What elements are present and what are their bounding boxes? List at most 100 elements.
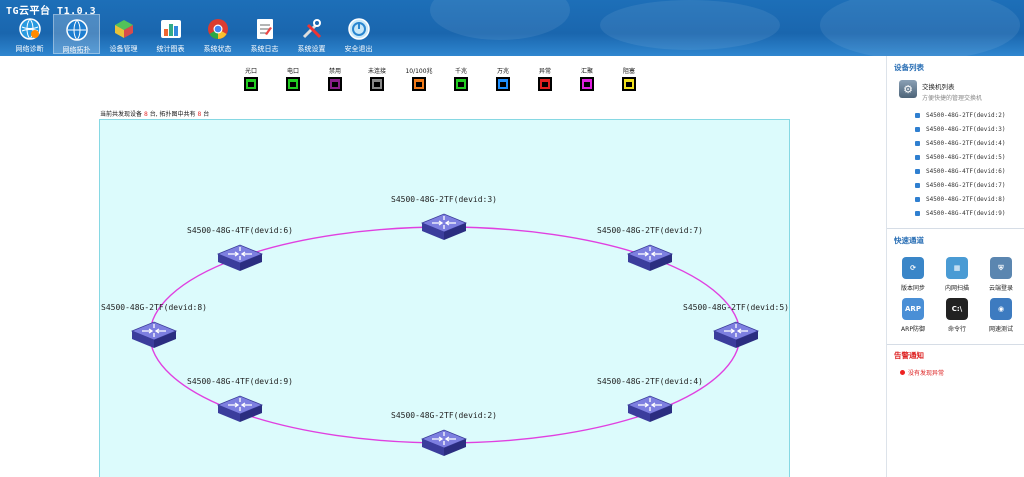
device-list-title: 设备列表 <box>894 63 924 72</box>
nav-item-3[interactable]: 统计图表 <box>147 14 194 54</box>
legend-label: 异常 <box>538 68 551 75</box>
switch-bullet-icon <box>915 126 920 132</box>
device-list-item[interactable]: S4500-48G-4TF(devid:6) <box>915 164 1005 178</box>
legend-item: 未连接 <box>356 66 398 91</box>
device-list-item[interactable]: S4500-48G-2TF(devid:7) <box>915 178 1005 192</box>
device-list-item[interactable]: S4500-48G-2TF(devid:2) <box>915 108 1005 122</box>
switch-list-title: 交换机列表 <box>922 83 955 91</box>
port-icon <box>496 77 510 91</box>
switch-list-subtitle: 方便快捷的管理交换机 <box>922 95 983 102</box>
summary-prefix: 当前共发现设备 <box>100 111 143 118</box>
quick-item[interactable]: ⛨ 云端登录 <box>979 257 1023 292</box>
quick-item[interactable]: ⟳ 版本同步 <box>891 257 935 292</box>
legend-item: 阻塞 <box>608 66 650 91</box>
legend-label: 千兆 <box>454 68 467 75</box>
cloud-decoration <box>600 0 780 50</box>
legend-item: 汇聚 <box>566 66 608 91</box>
nav-item-0[interactable]: 网络诊断 <box>6 14 53 54</box>
legend-label: 汇聚 <box>580 68 593 75</box>
speed-icon: ◉ <box>990 298 1012 320</box>
cloud-decoration <box>430 0 570 40</box>
legend-label: 电口 <box>286 68 299 75</box>
nav-item-7[interactable]: 安全退出 <box>335 14 382 54</box>
quick-access-title: 快速通道 <box>894 236 924 245</box>
legend-item: 光口 <box>230 66 272 91</box>
quick-item[interactable]: ARP ARP防御 <box>891 298 935 333</box>
device-list-label: S4500-48G-2TF(devid:2) <box>926 111 1006 119</box>
scan-icon: ▦ <box>946 257 968 279</box>
nav-label: 网络诊断 <box>15 45 44 53</box>
switch-node[interactable] <box>420 429 468 456</box>
switch-node[interactable] <box>130 321 178 348</box>
legend-item: 10/100兆 <box>398 66 440 91</box>
switch-bullet-icon <box>915 140 920 146</box>
nav-item-1[interactable]: 网络拓扑 <box>53 14 100 54</box>
quick-item[interactable]: C:\ 命令行 <box>935 298 979 333</box>
port-icon <box>286 77 300 91</box>
switch-node[interactable] <box>420 213 468 240</box>
nav-label: 安全退出 <box>344 45 373 53</box>
nav-label: 网络拓扑 <box>62 46 91 54</box>
device-list-item[interactable]: S4500-48G-2TF(devid:5) <box>915 150 1005 164</box>
alert-message: 没有发现异常 <box>900 368 944 377</box>
quick-item[interactable]: ◉ 网速测试 <box>979 298 1023 333</box>
switch-node[interactable] <box>626 244 674 271</box>
device-cube-icon <box>112 17 136 41</box>
port-icon <box>538 77 552 91</box>
port-icon <box>244 77 258 91</box>
switch-node-label: S4500-48G-2TF(devid:4) <box>597 377 703 386</box>
quick-label: 网速测试 <box>988 326 1013 333</box>
alert-text: 没有发现异常 <box>908 370 945 377</box>
quick-label: 命令行 <box>947 326 966 333</box>
device-list-item[interactable]: S4500-48G-2TF(devid:8) <box>915 192 1005 206</box>
port-icon <box>454 77 468 91</box>
top-header: TG云平台 T1.0.3 网络诊断 网络拓扑 设备管理 统计图表 系统状态 系统日志 系统设… <box>0 0 1024 56</box>
device-list-item[interactable]: S4500-48G-2TF(devid:4) <box>915 136 1005 150</box>
quick-item[interactable]: ▦ 内网扫描 <box>935 257 979 292</box>
legend-item: 异常 <box>524 66 566 91</box>
port-icon <box>412 77 426 91</box>
summary-mid: 台, 拓扑图中共有 <box>149 111 196 118</box>
nav-item-4[interactable]: 系统状态 <box>194 14 241 54</box>
nav-item-2[interactable]: 设备管理 <box>100 14 147 54</box>
legend-label: 未连接 <box>367 68 386 75</box>
sync-icon: ⟳ <box>902 257 924 279</box>
chrome-icon <box>206 17 230 41</box>
switch-node-label: S4500-48G-2TF(devid:7) <box>597 226 703 235</box>
switch-bullet-icon <box>915 182 920 188</box>
device-list-item[interactable]: S4500-48G-4TF(devid:9) <box>915 206 1005 220</box>
nav-item-6[interactable]: 系统设置 <box>288 14 335 54</box>
quick-label: 版本同步 <box>900 285 925 292</box>
found-count: 8 <box>143 111 148 118</box>
nav-label: 系统日志 <box>250 45 279 53</box>
device-list-label: S4500-48G-2TF(devid:3) <box>926 125 1006 133</box>
summary-suffix: 台 <box>203 111 210 118</box>
nav-label: 系统状态 <box>203 45 232 53</box>
quick-label: ARP防御 <box>901 326 925 333</box>
switch-node-label: S4500-48G-2TF(devid:2) <box>391 411 497 420</box>
switch-node-label: S4500-48G-2TF(devid:3) <box>391 195 497 204</box>
network-globe-icon <box>65 18 89 42</box>
switch-node-label: S4500-48G-2TF(devid:5) <box>683 303 789 312</box>
gear-icon: ⚙ <box>899 80 917 98</box>
switch-node[interactable] <box>712 321 760 348</box>
switch-bullet-icon <box>915 154 920 160</box>
alert-dot-icon <box>900 370 905 375</box>
nav-label: 统计图表 <box>156 45 185 53</box>
nav-item-5[interactable]: 系统日志 <box>241 14 288 54</box>
main-nav: 网络诊断 网络拓扑 设备管理 统计图表 系统状态 系统日志 系统设置 安全退出 <box>6 14 382 54</box>
switch-list-header[interactable]: ⚙ 交换机列表 方便快捷的管理交换机 <box>899 80 982 102</box>
nav-label: 系统设置 <box>297 45 326 53</box>
device-list-label: S4500-48G-4TF(devid:9) <box>926 209 1006 217</box>
port-icon <box>328 77 342 91</box>
section-separator <box>887 228 1024 229</box>
topology-canvas[interactable]: S4500-48G-2TF(devid:3) S4500-48G-2TF(devi… <box>99 119 790 477</box>
device-summary: 当前共发现设备 8 台, 拓扑图中共有 8 台 <box>100 109 209 118</box>
switch-node[interactable] <box>216 244 264 271</box>
switch-node-label: S4500-48G-4TF(devid:9) <box>187 377 293 386</box>
port-icon <box>370 77 384 91</box>
legend-item: 千兆 <box>440 66 482 91</box>
legend-label: 阻塞 <box>622 68 635 75</box>
port-legend: 光口 电口 禁用 未连接 10/100兆 千兆 万兆 异常 汇聚 阻塞 <box>230 66 650 91</box>
device-list-item[interactable]: S4500-48G-2TF(devid:3) <box>915 122 1005 136</box>
